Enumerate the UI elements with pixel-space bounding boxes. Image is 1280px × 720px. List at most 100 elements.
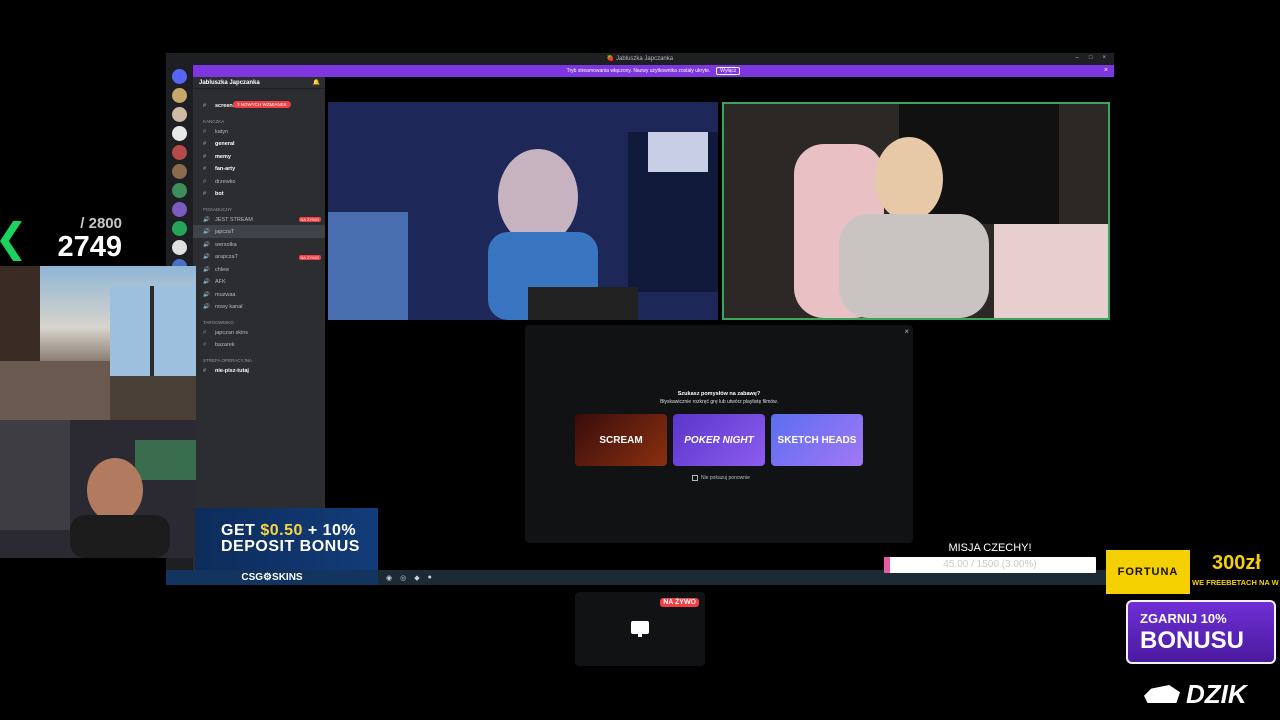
speaker-icon: 🔊 bbox=[203, 279, 210, 286]
server-icon[interactable] bbox=[172, 202, 187, 217]
voice-channel[interactable]: 🔊 JEST STREAM NA ŻYWO bbox=[193, 213, 325, 226]
live-badge: NA ŻYWO bbox=[298, 217, 321, 223]
close-icon[interactable]: × bbox=[1102, 55, 1106, 61]
hash-icon: # bbox=[203, 367, 207, 374]
speaker-icon: 🔊 bbox=[203, 291, 210, 298]
text-channel[interactable]: # drzewko bbox=[193, 175, 325, 188]
channel-name: bot bbox=[215, 191, 224, 198]
channel-name: drzewko bbox=[215, 178, 236, 185]
server-icon[interactable] bbox=[172, 69, 187, 84]
channel-name: japczan skins bbox=[215, 329, 249, 336]
obs-icon[interactable]: ◎ bbox=[400, 574, 406, 582]
ad-text: GET bbox=[221, 522, 261, 539]
channel-name: fan-arty bbox=[215, 166, 236, 173]
webcam-image bbox=[724, 104, 1108, 318]
minimize-icon[interactable]: – bbox=[1076, 55, 1079, 61]
text-channel[interactable]: # nie-pisz-tutaj bbox=[193, 364, 325, 377]
voice-channel[interactable]: 🔊 japczaT bbox=[193, 225, 325, 238]
close-icon[interactable]: × bbox=[904, 327, 909, 336]
dzik-line-2: BONUSU bbox=[1140, 627, 1245, 654]
channel-name: wersolka bbox=[215, 241, 237, 248]
room-camera bbox=[0, 266, 196, 420]
bell-icon[interactable]: 🔔 bbox=[313, 79, 320, 86]
text-channel[interactable]: # memy bbox=[193, 150, 325, 163]
activity-title: Szukasz pomysłów na zabawę? bbox=[677, 391, 761, 397]
checkbox-box[interactable] bbox=[692, 475, 698, 481]
video-tile-user2[interactable] bbox=[722, 102, 1110, 320]
text-channel[interactable]: # katyn bbox=[193, 125, 325, 138]
window-title: 🍓 Jabluszka Japczanka bbox=[606, 56, 674, 62]
goal-target: / 2800 bbox=[80, 215, 122, 232]
hash-icon: # bbox=[203, 178, 207, 185]
speaker-icon: 🔊 bbox=[203, 241, 210, 248]
hash-icon: # bbox=[203, 141, 207, 148]
speaker-icon: 🔊 bbox=[203, 216, 210, 223]
channel-list: # screenshoty KANCZKA # katyn # general # memy # f… bbox=[193, 99, 325, 376]
close-banner-icon[interactable]: × bbox=[1104, 67, 1108, 74]
server-header[interactable]: Jabluszka Japczanka 🔔 bbox=[193, 77, 325, 89]
game-card-poker-night[interactable]: POKER NIGHT bbox=[673, 414, 765, 466]
discord-icon[interactable]: ● bbox=[428, 574, 432, 581]
live-badge: NA ŻYWO bbox=[660, 598, 699, 607]
speaker-icon: 🔊 bbox=[203, 266, 210, 273]
voice-channel[interactable]: 🔊 nowy kanał bbox=[193, 300, 325, 313]
game-card-sketch-heads[interactable]: SKETCH HEADS bbox=[771, 414, 863, 466]
voice-call-area: × Szukasz pomysłów na zabawę? Błyskawicz… bbox=[325, 77, 1114, 575]
channel-name: memy bbox=[215, 153, 231, 160]
channel-category[interactable]: STREFA OPERACYJNA bbox=[193, 351, 325, 364]
channel-category[interactable]: POGADUCHY bbox=[193, 200, 325, 213]
server-icon[interactable] bbox=[172, 107, 187, 122]
server-icon[interactable] bbox=[172, 221, 187, 236]
mission-progress-text: 45.00 / 1500 (3.00%) bbox=[943, 559, 1037, 570]
text-channel[interactable]: # bazarek bbox=[193, 338, 325, 351]
live-badge: NA ŻYWO bbox=[298, 254, 321, 260]
brave-icon[interactable]: ◆ bbox=[414, 574, 419, 582]
voice-channel[interactable]: 🔊 muzwaa bbox=[193, 288, 325, 301]
channel-name: nowy kanał bbox=[215, 304, 243, 311]
dont-show-again-checkbox[interactable]: Nie pokazuj ponownie bbox=[692, 475, 750, 481]
fortuna-subtitle: WE FREEBETACH NA W bbox=[1192, 578, 1279, 587]
hash-icon: # bbox=[203, 191, 207, 198]
maximize-icon[interactable]: □ bbox=[1089, 55, 1093, 61]
channel-name: general bbox=[215, 141, 235, 148]
voice-channel[interactable]: 🔊 AFK bbox=[193, 275, 325, 288]
server-icon[interactable] bbox=[172, 183, 187, 198]
stream-preview[interactable]: NA ŻYWO bbox=[575, 592, 705, 666]
title-bar: 🍓 Jabluszka Japczanka – □ × bbox=[166, 53, 1114, 65]
channel-name: arapczaT bbox=[215, 254, 238, 261]
speaker-icon: 🔊 bbox=[203, 304, 210, 311]
server-icon[interactable] bbox=[172, 164, 187, 179]
voice-channel[interactable]: 🔊 wersolka bbox=[193, 238, 325, 251]
webcam-image bbox=[328, 102, 718, 320]
server-icon[interactable] bbox=[172, 88, 187, 103]
hash-icon: # bbox=[203, 342, 207, 349]
goal-value: 2749 bbox=[57, 231, 122, 263]
dzik-logo: DZIK bbox=[1144, 676, 1274, 712]
video-tile-user1[interactable] bbox=[328, 102, 718, 320]
game-card-scream[interactable]: SCREAM bbox=[575, 414, 667, 466]
text-channel[interactable]: # japczan skins bbox=[193, 326, 325, 339]
mission-title: MISJA CZECHY! bbox=[948, 542, 1032, 554]
room-image bbox=[0, 266, 196, 420]
dzik-logo-text: DZIK bbox=[1186, 678, 1247, 709]
text-channel[interactable]: # bot bbox=[193, 187, 325, 200]
disable-button[interactable]: Wyłącz bbox=[716, 67, 741, 75]
server-icon[interactable] bbox=[172, 145, 187, 160]
hash-icon: # bbox=[203, 128, 207, 135]
new-mentions-badge[interactable]: 3 NOWYCH WZMIANEK bbox=[233, 101, 291, 108]
channel-name: AFK bbox=[215, 279, 226, 286]
text-channel[interactable]: # general bbox=[193, 137, 325, 150]
hash-icon: # bbox=[203, 153, 207, 160]
server-name: Jabluszka Japczanka bbox=[199, 80, 260, 86]
mission-progress-bar: 45.00 / 1500 (3.00%) bbox=[884, 557, 1096, 573]
text-channel[interactable]: # fan-arty bbox=[193, 162, 325, 175]
voice-channel[interactable]: 🔊 chlew bbox=[193, 263, 325, 276]
voice-channel[interactable]: 🔊 arapczaT NA ŻYWO bbox=[193, 250, 325, 263]
channel-category[interactable]: KANCZKA bbox=[193, 112, 325, 125]
channel-category[interactable]: TARGOWISKO bbox=[193, 313, 325, 326]
ad-amount: $0.50 bbox=[260, 522, 303, 539]
chrome-icon[interactable]: ◉ bbox=[386, 574, 392, 582]
channel-sidebar: Jabluszka Japczanka 🔔 3 NOWYCH WZMIANEK … bbox=[193, 77, 325, 575]
server-icon[interactable] bbox=[172, 240, 187, 255]
server-icon[interactable] bbox=[172, 126, 187, 141]
